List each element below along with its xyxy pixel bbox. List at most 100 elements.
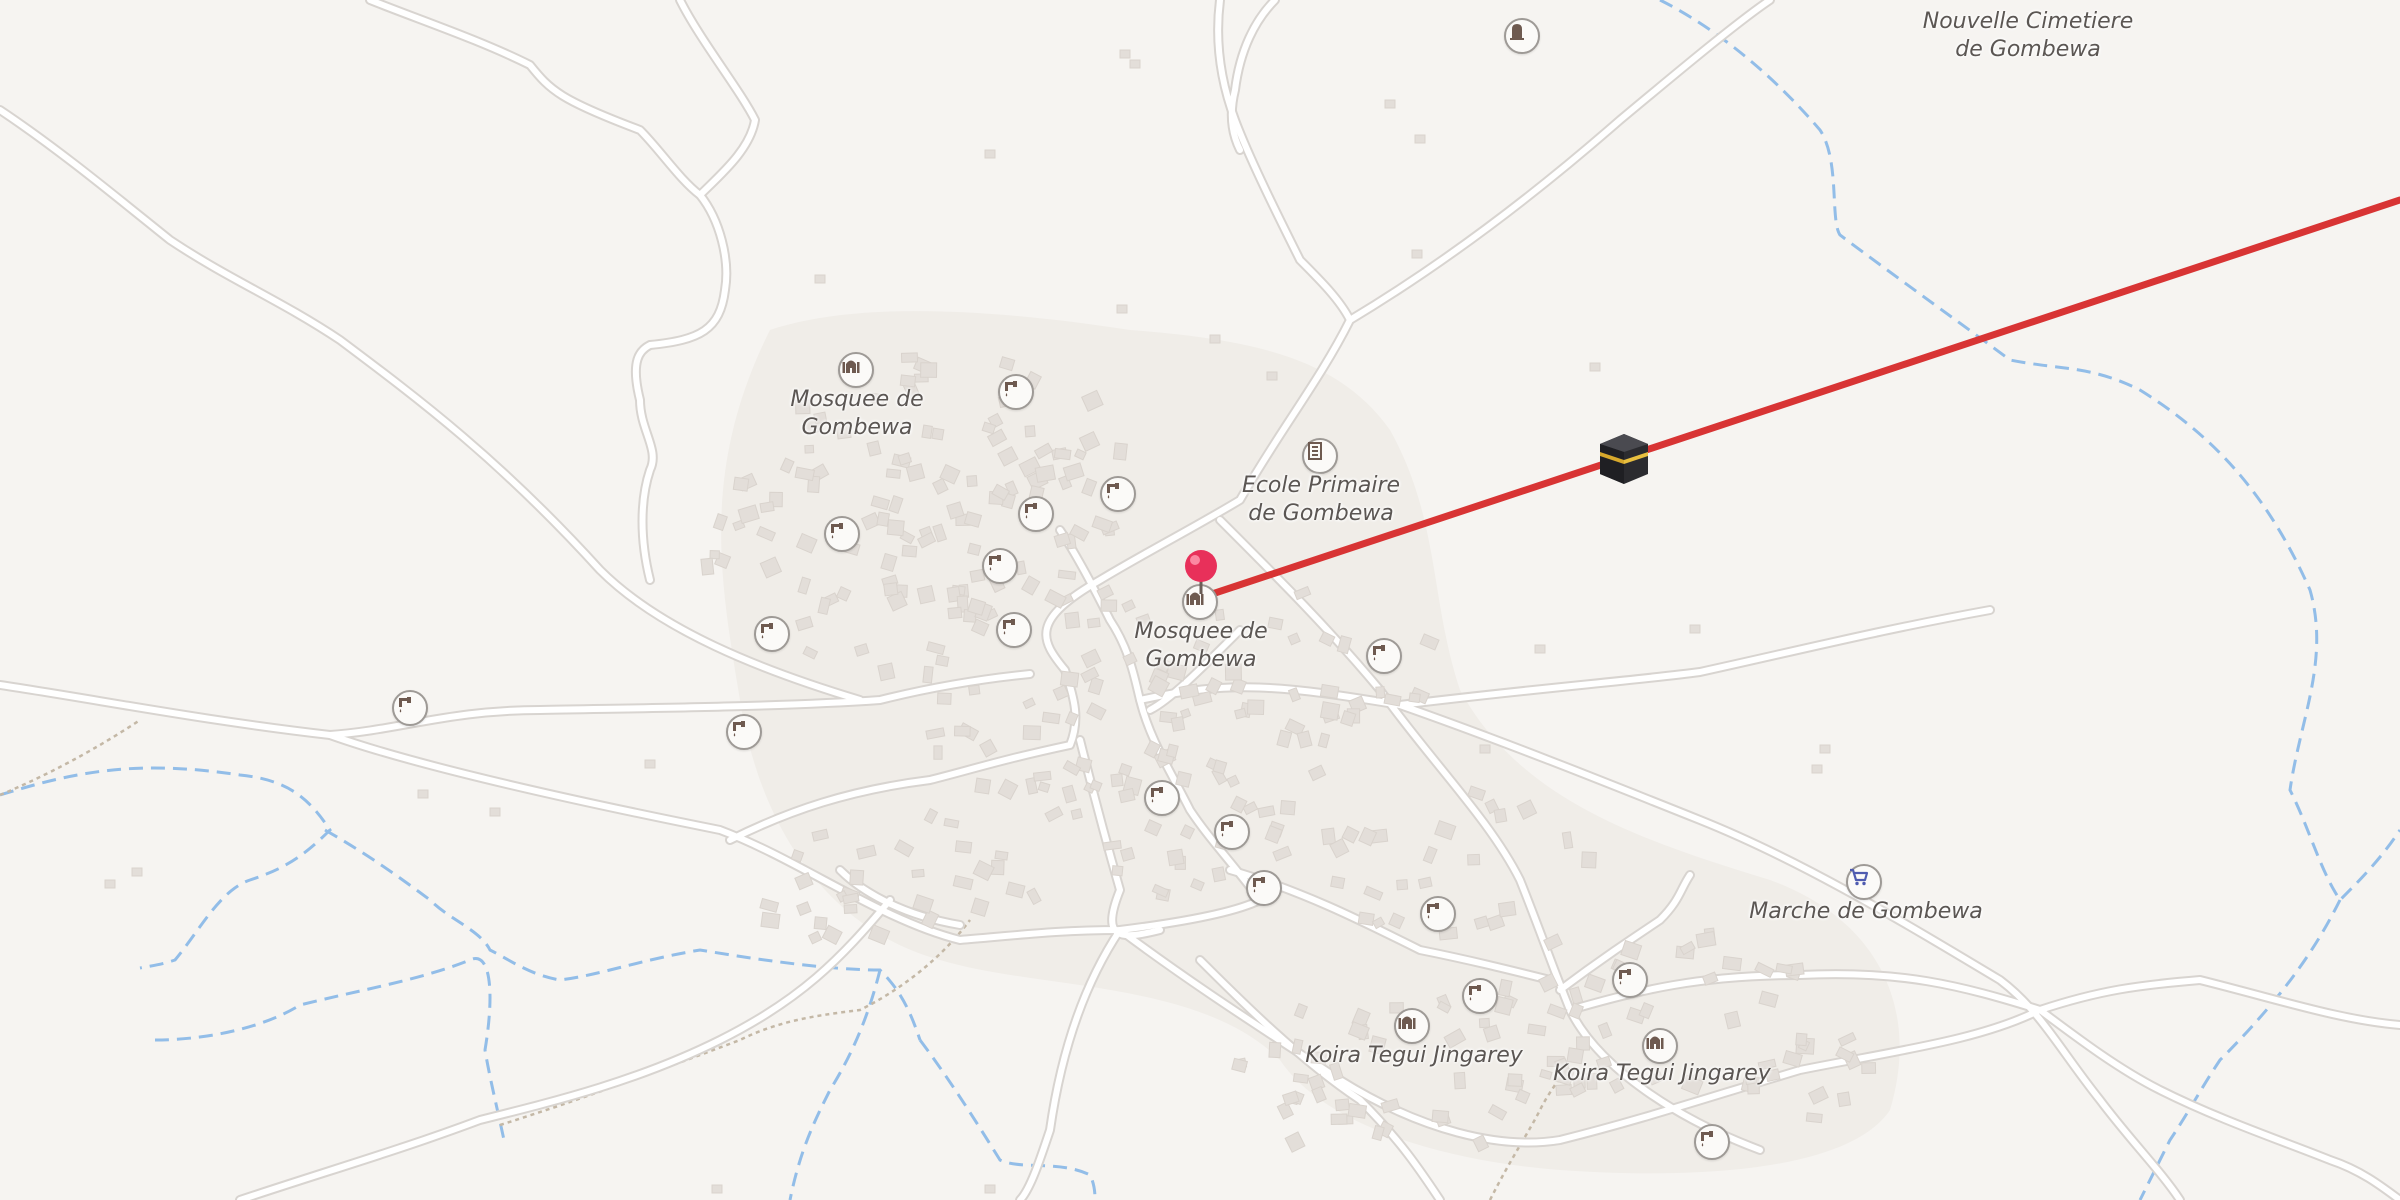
building: [1059, 670, 1080, 688]
building: [968, 684, 981, 696]
water-tap-icon[interactable]: [824, 516, 860, 552]
school-label-line2: de Gombewa: [1248, 501, 1394, 526]
building: [1292, 1072, 1309, 1084]
building: [1330, 875, 1346, 890]
market-label: Marche de Gombewa: [1749, 898, 1982, 926]
building: [1411, 249, 1423, 259]
building: [1086, 617, 1101, 629]
building: [1805, 1112, 1823, 1124]
building: [967, 542, 982, 557]
school-label-line1: Ecole Primaire: [1241, 473, 1401, 498]
building: [1266, 371, 1278, 381]
building: [1561, 831, 1574, 850]
water-tap-icon[interactable]: [1144, 780, 1180, 816]
building: [1581, 851, 1597, 869]
water-tap-icon[interactable]: [1420, 896, 1456, 932]
road: [367, 0, 703, 198]
school-label: Ecole Primaire de Gombewa: [1242, 472, 1400, 528]
building: [1576, 1036, 1590, 1051]
building: [1284, 1131, 1306, 1153]
shopping-cart-icon[interactable]: [1846, 864, 1882, 900]
building: [1396, 879, 1409, 891]
building: [1408, 692, 1421, 704]
building: [1211, 866, 1227, 883]
building: [905, 463, 926, 483]
water-tap-icon[interactable]: [998, 374, 1034, 410]
building: [1414, 134, 1426, 144]
building: [920, 362, 938, 378]
mosque-north-label-line1: Mosquee de: [790, 387, 924, 412]
building: [936, 692, 952, 705]
water-tap-icon[interactable]: [726, 714, 762, 750]
building: [1357, 911, 1375, 926]
water-tap-icon[interactable]: [1612, 962, 1648, 998]
water-tap-icon[interactable]: [1018, 496, 1054, 532]
mosque-icon[interactable]: [1642, 1028, 1678, 1064]
water-tap-icon[interactable]: [996, 612, 1032, 648]
building: [922, 665, 934, 684]
building: [984, 1184, 996, 1194]
kaaba-icon[interactable]: [1596, 430, 1652, 486]
water-tap-icon[interactable]: [1246, 870, 1282, 906]
building: [933, 745, 943, 760]
koira-label-2-line1: Koira Tegui Jingarey: [1553, 1061, 1771, 1086]
building: [1116, 304, 1128, 314]
road-casing: [1213, 0, 1355, 325]
mosque-icon[interactable]: [838, 352, 874, 388]
market-label-line1: Marche de Gombewa: [1749, 899, 1983, 924]
road-casing: [365, 0, 705, 200]
building: [1384, 99, 1396, 109]
mosque-center-label-line2: Gombewa: [1145, 647, 1257, 672]
building: [947, 606, 963, 620]
building: [1321, 827, 1337, 846]
cemetery-label-line2: de Gombewa: [1955, 37, 2101, 62]
building: [883, 582, 899, 597]
building: [1497, 900, 1517, 918]
building: [984, 149, 996, 159]
water-tap-icon[interactable]: [754, 616, 790, 652]
building: [1022, 725, 1042, 741]
building: [1527, 1023, 1547, 1037]
building: [1507, 1073, 1523, 1087]
water-tap-icon[interactable]: [1462, 978, 1498, 1014]
qibla-direction-line: [1196, 196, 2400, 602]
building: [644, 759, 656, 769]
school-icon[interactable]: [1302, 438, 1338, 474]
building: [1100, 599, 1118, 612]
water-tap-icon[interactable]: [982, 548, 1018, 584]
water-tap-icon[interactable]: [392, 690, 428, 726]
mosque-icon[interactable]: [1394, 1008, 1430, 1044]
location-pin-icon[interactable]: [1182, 548, 1220, 596]
building: [1330, 1113, 1348, 1125]
water-tap-icon[interactable]: [1100, 476, 1136, 512]
map-view[interactable]: Nouvelle Cimetiere de Gombewa Mosquee de…: [0, 0, 2400, 1200]
building: [1453, 1071, 1467, 1090]
water-tap-icon[interactable]: [1694, 1124, 1730, 1160]
building: [935, 654, 950, 668]
water-tap-icon[interactable]: [1366, 638, 1402, 674]
mosque-center-label-line1: Mosquee de: [1134, 619, 1268, 644]
building: [417, 789, 429, 799]
building: [1064, 611, 1081, 629]
building: [104, 879, 116, 889]
building: [966, 475, 978, 488]
koira-label-2: Koira Tegui Jingarey: [1553, 1060, 1771, 1088]
building: [1112, 442, 1128, 461]
building: [1234, 707, 1247, 720]
building: [1375, 686, 1386, 699]
water-tap-icon[interactable]: [1214, 814, 1250, 850]
building: [1024, 425, 1036, 438]
building: [1589, 362, 1601, 372]
building: [916, 584, 936, 605]
cemetery-label-line1: Nouvelle Cimetiere: [1922, 9, 2134, 34]
building: [1479, 744, 1491, 754]
building: [954, 840, 973, 854]
building: [877, 662, 896, 682]
building: [1319, 683, 1340, 700]
building: [886, 519, 905, 537]
cemetery-icon[interactable]: [1504, 18, 1540, 54]
building: [1170, 716, 1186, 732]
building: [843, 903, 858, 914]
building: [804, 444, 815, 454]
building: [1102, 840, 1122, 851]
